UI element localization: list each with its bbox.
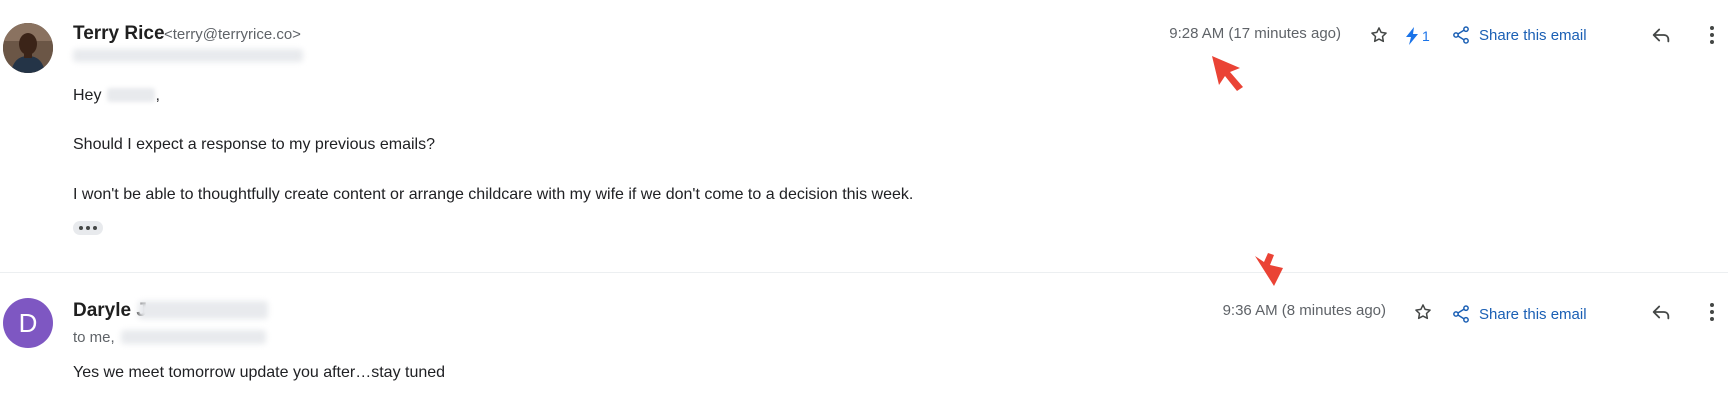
star-button[interactable] [1409,298,1437,326]
redacted-sender-surname [138,301,268,319]
email-paragraph: Should I expect a response to my previou… [73,136,435,153]
email-message: D Daryle J to me, 9:36 AM (8 minutes ago… [0,253,1728,406]
star-icon [1415,304,1431,320]
redacted-name [107,88,156,102]
share-email-label: Share this email [1479,26,1587,44]
recipients-prefix: to me, [73,329,115,346]
redacted-recipients [121,330,266,344]
more-vert-icon [1710,26,1714,44]
star-button[interactable] [1365,21,1393,49]
timestamp: 9:36 AM (8 minutes ago) [1222,302,1386,319]
avatar[interactable] [3,23,53,73]
greeting: Hey, [73,87,160,105]
sender-name[interactable]: Daryle J [73,300,147,322]
share-icon [1453,305,1469,323]
redacted-recipients [73,49,303,62]
email-paragraph: I won't be able to thoughtfully create c… [73,186,914,203]
show-trimmed-content-button[interactable] [73,221,103,235]
timestamp: 9:28 AM (17 minutes ago) [1169,25,1341,42]
dot [79,226,83,230]
more-options-button[interactable] [1698,21,1726,49]
more-vert-icon [1710,303,1714,321]
sender-name[interactable]: Terry Rice [73,23,165,45]
reply-icon [1652,28,1670,43]
annotation-arrow [1255,253,1283,286]
avatar-photo [3,23,53,73]
email-message: Terry Rice <terry@terryrice.co> 9:28 AM … [0,0,1728,272]
email-paragraph: Yes we meet tomorrow update you after…st… [73,364,446,381]
annotation-arrow [1212,56,1243,91]
share-icon [1453,26,1469,44]
star-icon [1371,27,1387,43]
more-options-button[interactable] [1698,298,1726,326]
lightning-icon [1406,27,1418,45]
email-thread: Terry Rice <terry@terryrice.co> 9:28 AM … [0,0,1728,406]
greeting-prefix: Hey [73,87,102,104]
lightning-count: 1 [1422,28,1430,44]
greeting-suffix: , [155,87,160,104]
reply-button[interactable] [1647,298,1675,326]
reply-icon [1652,305,1670,320]
recipients-line: to me, [73,329,115,346]
avatar-letter: D [18,308,38,338]
lightning-badge[interactable]: 1 [1404,24,1430,48]
reply-button[interactable] [1647,21,1675,49]
share-email-link[interactable]: Share this email [1451,23,1587,47]
sender-email: <terry@terryrice.co> [164,26,301,43]
avatar[interactable]: D [3,298,53,348]
share-email-label: Share this email [1479,305,1587,323]
share-email-link[interactable]: Share this email [1451,302,1587,326]
dot [86,226,90,230]
dot [93,226,97,230]
